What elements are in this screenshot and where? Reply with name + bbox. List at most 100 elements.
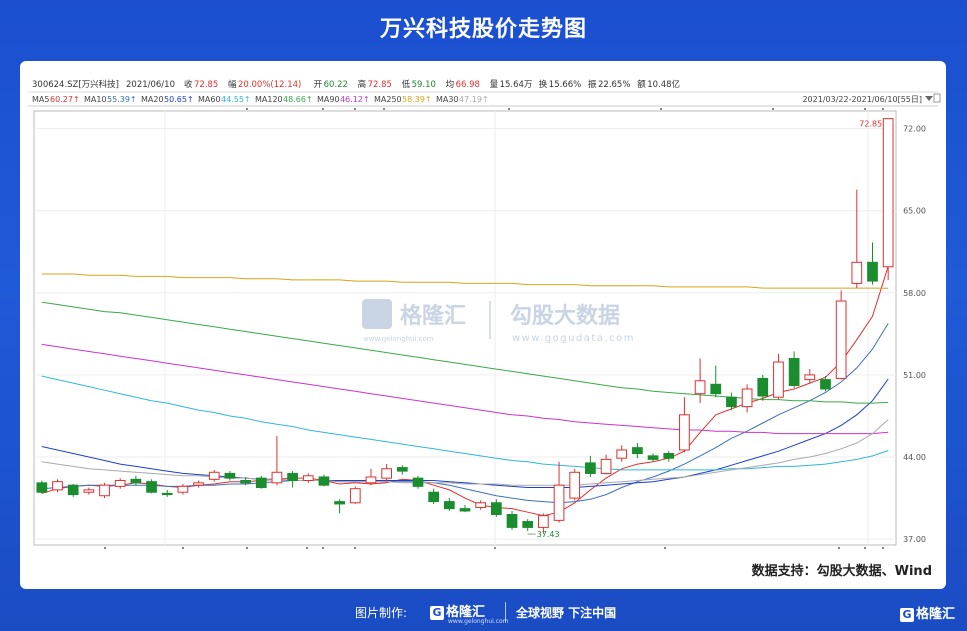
candle-body: [334, 501, 345, 505]
info-label-2: 开: [314, 80, 323, 90]
watermark-brand2: 勾股大数据: [510, 303, 620, 329]
candle-body: [52, 481, 63, 491]
top-marker-dot: [246, 108, 248, 110]
candle-body: [773, 361, 784, 398]
info-value-1: 20.00%(12.14): [238, 80, 301, 90]
top-marker-dot: [354, 108, 356, 110]
candle-body: [349, 488, 361, 504]
candle-body: [412, 477, 424, 487]
watermark-brand2-url: www.gogudata.com: [512, 333, 635, 344]
candle-body: [161, 492, 173, 496]
candle-body: [318, 476, 330, 486]
candle-body: [99, 484, 110, 497]
top-marker-dot: [772, 108, 774, 110]
info-value-2: 60.22: [324, 80, 348, 90]
y-tick-label: 72.00: [903, 125, 926, 134]
bottom-marker-dot: [664, 547, 666, 549]
y-tick-label: 44.00: [903, 453, 926, 462]
candle-body: [67, 484, 79, 496]
bottom-marker-dot: [494, 547, 496, 549]
brand-logo-icon: G: [430, 606, 444, 620]
watermark-logo-icon: [362, 299, 392, 329]
candle-body: [428, 491, 440, 503]
candle-body: [36, 482, 48, 493]
ma-legend-value-1: 55.39↑: [107, 95, 137, 104]
footer-divider: [505, 602, 506, 622]
candle-body: [365, 476, 377, 484]
candle-body: [130, 478, 142, 484]
info-value-8: 22.65%: [598, 80, 630, 90]
info-label-8: 振: [588, 79, 597, 90]
watermark-brand1-url: www.gelonghui.com: [363, 335, 434, 343]
brand-logo-icon: G: [899, 608, 914, 622]
candle-body: [741, 388, 753, 408]
candle-body: [475, 502, 487, 508]
candle-body: [804, 374, 816, 381]
candle-body: [83, 489, 95, 493]
info-value-3: 72.85: [368, 80, 392, 90]
bottom-marker-dot: [882, 547, 884, 549]
bottom-marker-dot: [322, 547, 324, 549]
candle-body: [835, 300, 847, 379]
scroll-box-icon: [933, 93, 941, 103]
candle-body: [788, 357, 800, 386]
info-code: 300624.SZ[万兴科技]: [32, 79, 119, 90]
y-tick-label: 51.00: [903, 371, 926, 380]
ma-legend-name-7: MA30: [436, 95, 459, 104]
candle-body: [867, 261, 878, 282]
candle-body: [240, 479, 251, 484]
ma-legend-name-2: MA20: [141, 95, 164, 104]
ma-legend-name-0: MA5: [32, 95, 49, 104]
page-title: 万兴科技股价走势图: [379, 17, 587, 42]
info-label-5: 均: [446, 79, 455, 90]
candle-body: [381, 468, 392, 479]
chart-card: 300624.SZ[万兴科技] 2021/06/10 收 72.85 幅 20.00%(1…: [20, 61, 946, 589]
info-value-9: 10.48亿: [647, 79, 680, 90]
ma-legend-value-2: 50.65↑: [164, 95, 194, 104]
candle-body: [647, 455, 659, 460]
candle-body: [146, 481, 157, 493]
candle-body: [490, 502, 502, 516]
candle-body: [679, 414, 690, 451]
info-value-6: 15.64万: [500, 80, 533, 90]
candle-body: [271, 471, 283, 484]
y-tick-label: 58.00: [903, 289, 926, 298]
candle-body: [851, 261, 863, 284]
candle-body: [287, 472, 298, 481]
candle-body: [882, 118, 894, 268]
candle-body: [538, 515, 549, 528]
info-label-0: 收: [184, 79, 193, 90]
ma-legend-name-4: MA120: [255, 95, 283, 104]
ma-legend-value-5: 46.12↑: [340, 95, 370, 104]
bottom-marker-dot: [182, 547, 184, 549]
candle-body: [224, 472, 236, 479]
candle-body: [585, 462, 596, 474]
footer-brand-url: www.gelonghui.com: [448, 618, 509, 625]
candle-body: [459, 508, 471, 512]
candle-body: [177, 485, 189, 493]
ma-legend-name-5: MA90: [317, 95, 340, 104]
info-value-7: 15.66%: [549, 80, 581, 90]
bottom-marker-dot: [306, 547, 308, 549]
footer-slogan: 全球视野 下注中国: [516, 606, 617, 620]
bottom-marker-dot: [864, 547, 866, 549]
annotation-high: 72.85: [859, 120, 882, 129]
candle-body: [443, 501, 455, 510]
candle-body: [553, 484, 565, 521]
candle-body: [114, 479, 126, 487]
ma-line-ma250: [41, 273, 889, 289]
info-date: 2021/06/10: [126, 80, 175, 90]
candle-body: [569, 471, 581, 499]
watermark-brand1: 格隆汇: [400, 303, 466, 329]
ma-legend-value-0: 60.27↑: [50, 95, 80, 104]
candle-body: [522, 521, 534, 528]
candle-body: [506, 514, 518, 528]
top-marker-dot: [383, 108, 385, 110]
top-marker-dot: [322, 108, 324, 110]
bottom-marker-dot: [104, 547, 106, 549]
candle-body: [757, 377, 769, 397]
ma-legend-name-6: MA250: [374, 95, 402, 104]
annotation-low: 37.43: [537, 530, 560, 539]
candlestick-chart: 300624.SZ[万兴科技] 2021/06/10 收 72.85 幅 20.00%(1…: [28, 79, 941, 549]
info-label-6: 量: [490, 80, 499, 90]
